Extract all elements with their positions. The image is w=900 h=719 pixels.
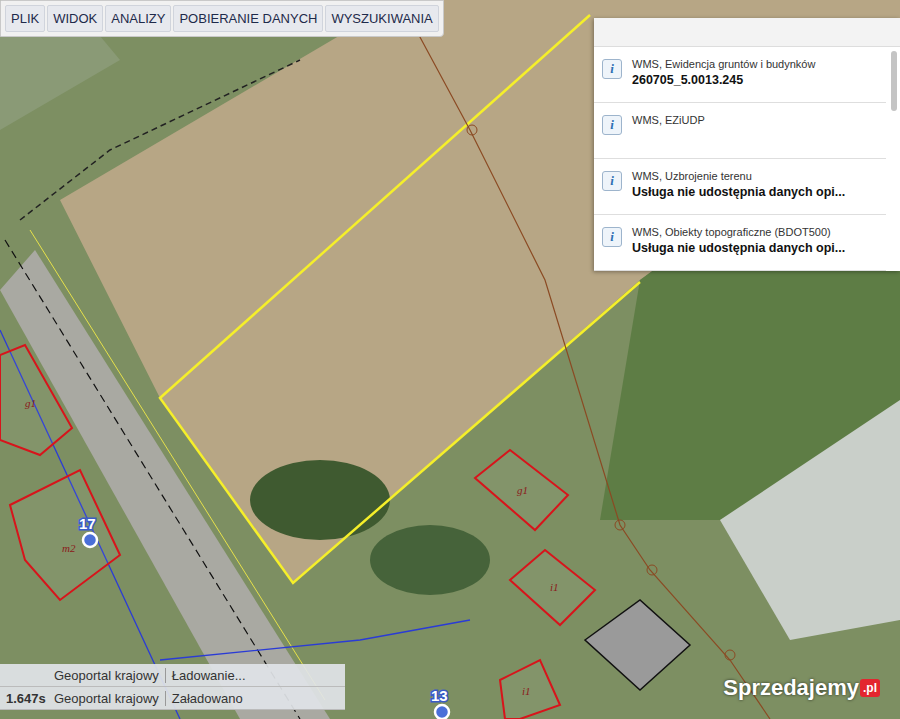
status-bar: Geoportal krajowy Ładowanie... 1.647s Geopo… [0,664,345,710]
menu-button[interactable]: ANALIZY [105,5,171,32]
pin-label: 17 [79,515,96,532]
info-icon[interactable]: i [602,115,622,135]
pin-icon [83,533,97,547]
scrollbar[interactable] [891,51,897,111]
status-row: Geoportal krajowy Ładowanie... [0,664,345,687]
parcel-line [160,620,470,660]
building[interactable]: g1 [0,345,72,455]
layer-name: WMS, Obiekty topograficzne (BDOT500) [632,225,878,240]
building-outline [10,470,120,600]
parcel-line [0,330,180,719]
utility-node [725,650,735,660]
utility-node [647,565,657,575]
status-row: 1.647s Geoportal krajowy Załadowano [0,687,345,710]
geoportal-screen: g1 i1 g1 m2 i1 17 13 PLIKWIDOKANALIZYPOBIERANIE… [0,0,900,719]
info-row[interactable]: i WMS, Ewidencja gruntów i budynków260705… [594,47,886,103]
menu-button[interactable]: WIDOK [47,5,103,32]
info-icon[interactable]: i [602,59,622,79]
building-outline [475,450,568,530]
info-text: WMS, EZiUDP [632,113,878,128]
yard [0,0,120,130]
address-pin[interactable]: 17 [79,515,97,547]
menu-button[interactable]: PLIK [5,5,45,32]
info-row[interactable]: i WMS, Uzbrojenie terenuUsługa nie udostę… [594,159,886,215]
menu-button[interactable]: WYSZUKIWANIA [325,5,438,32]
building[interactable]: i1 [500,660,560,719]
layer-value: Usługa nie udostępnia danych opi... [632,184,878,200]
building[interactable]: i1 [510,550,595,625]
panel-header [594,18,900,47]
building-label: g1 [25,397,36,409]
info-panel: i WMS, Ewidencja gruntów i budynków260705… [594,18,900,271]
layer-value: 260705_5.0013.245 [632,72,878,88]
building[interactable]: g1 [475,450,568,530]
boundary-line [20,60,300,220]
greenhouse [720,400,900,640]
layer-name: WMS, Uzbrojenie terenu [632,169,878,184]
building-outline [0,345,72,455]
menu-bar: PLIKWIDOKANALIZYPOBIERANIE DANYCHWYSZUKI… [0,0,444,37]
building-outline [500,660,560,719]
shed [585,600,690,690]
info-row[interactable]: i WMS, Obiekty topograficzne (BDOT500)Usł… [594,215,886,271]
selected-parcel[interactable] [160,15,640,583]
pin-icon [435,705,449,719]
utility-node [467,125,477,135]
aerial-photo [0,0,900,719]
status-source: Geoportal krajowy [54,668,166,683]
layer-name: WMS, EZiUDP [632,113,878,128]
pin-label: 13 [431,687,448,704]
trees [370,525,490,595]
building-label: g1 [517,484,528,496]
status-text: Załadowano [172,691,243,706]
road-edge-line [30,230,325,700]
panel-body: i WMS, Ewidencja gruntów i budynków260705… [594,47,900,271]
info-text: WMS, Ewidencja gruntów i budynków260705_… [632,57,878,88]
status-text: Ładowanie... [172,668,246,683]
address-pin[interactable]: 13 [431,687,449,719]
watermark: Sprzedajemy.pl [723,675,880,701]
info-icon[interactable]: i [602,171,622,191]
watermark-suffix: .pl [860,679,880,697]
trees [250,460,390,540]
utility-node [615,520,625,530]
layer-value: Usługa nie udostępnia danych opi... [632,240,878,256]
building-label: i1 [550,581,559,593]
status-source: Geoportal krajowy [54,691,166,706]
building[interactable]: m2 [10,470,120,600]
info-text: WMS, Obiekty topograficzne (BDOT500)Usłu… [632,225,878,256]
status-time: 1.647s [6,691,48,706]
info-icon[interactable]: i [602,227,622,247]
layer-name: WMS, Ewidencja gruntów i budynków [632,57,878,72]
building-label: m2 [62,542,76,554]
building-label: i1 [522,685,531,697]
info-text: WMS, Uzbrojenie terenuUsługa nie udostęp… [632,169,878,200]
menu-button[interactable]: POBIERANIE DANYCH [173,5,323,32]
building-outline [510,550,595,625]
watermark-name: Sprzedajemy [723,675,859,701]
info-row[interactable]: i WMS, EZiUDP [594,103,886,159]
